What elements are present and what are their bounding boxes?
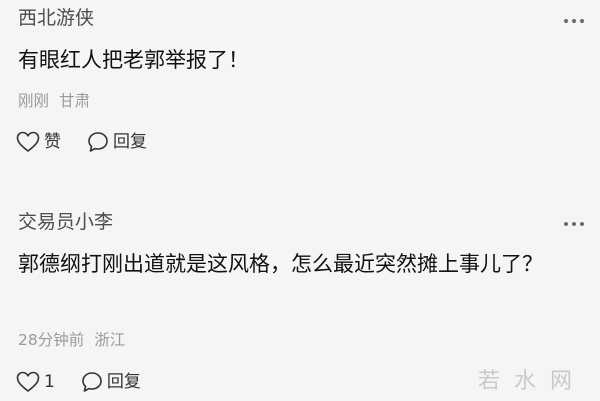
comment-card: 交易员小李 郭德纲打刚出道就是这风格，怎么最近突然摊上事儿了？ 28分钟前 浙江 … (0, 0, 600, 401)
comment-username[interactable]: 交易员小李 (18, 213, 113, 232)
comment-location: 浙江 (94, 331, 126, 349)
comment-meta: 28分钟前 浙江 (18, 331, 126, 349)
comment-actions: 1 回复 (16, 371, 141, 393)
like-button[interactable]: 1 (16, 371, 55, 393)
comment-time: 28分钟前 (18, 331, 85, 349)
more-dots-icon[interactable] (564, 221, 584, 227)
reply-label: 回复 (106, 371, 141, 392)
watermark: 若水网 (477, 369, 586, 394)
comment-text: 郭德纲打刚出道就是这风格，怎么最近突然摊上事儿了？ (18, 252, 543, 276)
reply-button[interactable]: 回复 (81, 371, 141, 393)
heart-icon (16, 371, 40, 392)
like-count: 1 (44, 371, 55, 392)
speech-bubble-icon (82, 372, 102, 392)
